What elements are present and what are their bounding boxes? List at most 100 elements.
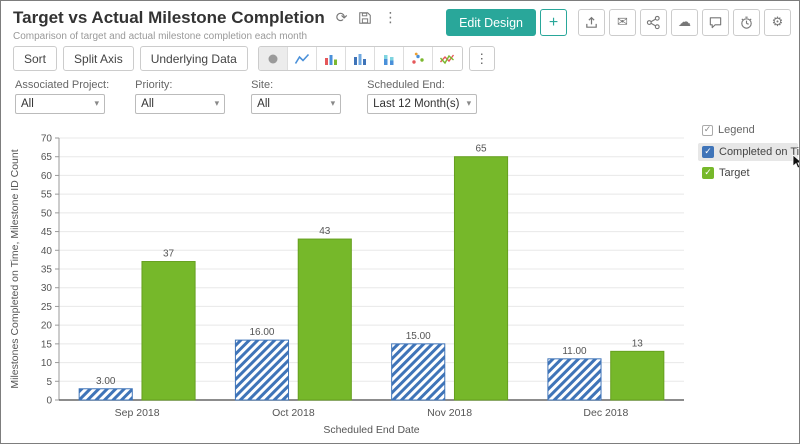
- sort-button[interactable]: Sort: [13, 46, 58, 71]
- export-button[interactable]: [578, 9, 605, 36]
- filter-label: Scheduled End:: [367, 79, 445, 91]
- completed-on-time-checkbox[interactable]: ✓: [702, 146, 714, 158]
- scheduled-end-select[interactable]: Last 12 Month(s) ▾: [367, 94, 478, 114]
- bar-target[interactable]: [297, 238, 352, 401]
- caret-down-icon: ▾: [330, 99, 336, 109]
- refresh-icon[interactable]: ⟳: [336, 11, 348, 25]
- legend-panel: ✓ Legend ✓ Completed on Time ✓ Target: [698, 124, 800, 185]
- legend-item-target[interactable]: ✓ Target: [698, 164, 798, 182]
- save-icon[interactable]: [358, 11, 372, 25]
- select-value: All: [141, 98, 154, 110]
- bubble-chart-icon[interactable]: [258, 47, 288, 70]
- settings-button[interactable]: ⚙: [764, 9, 791, 36]
- y-tick-label: 15: [41, 339, 53, 350]
- value-label: 37: [163, 249, 175, 260]
- value-label: 13: [632, 338, 644, 349]
- y-tick-label: 45: [41, 227, 53, 238]
- caret-down-icon: ▾: [214, 99, 220, 109]
- y-tick-label: 5: [46, 377, 52, 388]
- header-actions: Edit Design + ✉ ☁ ⚙: [446, 9, 791, 36]
- x-category-label: Oct 2018: [272, 407, 315, 419]
- value-label: 16.00: [249, 327, 274, 338]
- select-value: All: [21, 98, 34, 110]
- y-tick-label: 55: [41, 190, 53, 201]
- associated-project-select[interactable]: All ▾: [15, 94, 105, 114]
- y-tick-label: 40: [41, 246, 53, 257]
- check-icon: ✓: [704, 167, 712, 178]
- bar-completed-on-time[interactable]: [391, 343, 446, 401]
- y-tick-label: 0: [46, 396, 52, 407]
- y-tick-label: 70: [41, 134, 53, 145]
- legend-item-completed-on-time[interactable]: ✓ Completed on Time: [698, 143, 800, 169]
- bar-completed-on-time[interactable]: [547, 358, 602, 401]
- cloud-upload-button[interactable]: ☁: [671, 9, 698, 36]
- chart-type-group: [257, 46, 463, 71]
- filter-label: Associated Project:: [15, 79, 110, 91]
- legend-checkbox[interactable]: ✓: [702, 124, 713, 136]
- check-icon: ✓: [703, 124, 712, 135]
- comment-icon: [709, 17, 722, 29]
- column-chart-icon[interactable]: [316, 47, 346, 70]
- x-category-label: Sep 2018: [115, 407, 160, 419]
- bar-target[interactable]: [453, 156, 509, 401]
- more-options-icon[interactable]: ⋮: [383, 11, 397, 25]
- filter-scheduled-end: Scheduled End: Last 12 Month(s) ▾: [367, 79, 478, 114]
- toolbar: Sort Split Axis Underlying Data ⋮: [1, 43, 799, 71]
- priority-select[interactable]: All ▾: [135, 94, 226, 114]
- x-category-label: Nov 2018: [427, 407, 472, 419]
- y-tick-label: 30: [41, 283, 53, 294]
- stacked-chart-icon[interactable]: [374, 47, 404, 70]
- legend-item-label: Completed on Time: [719, 146, 800, 158]
- legend-title: Legend: [718, 124, 755, 136]
- share-button[interactable]: [640, 9, 667, 36]
- chart-region: 0 5 10 15 20 25 30 35 40 45 50 55 60 65 70 Sep 2018 3.00…: [1, 118, 800, 443]
- x-axis-title: Scheduled End Date: [323, 424, 419, 436]
- select-value: All: [257, 98, 270, 110]
- combo-chart-icon[interactable]: [432, 47, 462, 70]
- bar-chart-icon[interactable]: [345, 47, 375, 70]
- page-subtitle: Comparison of target and actual mileston…: [13, 31, 308, 42]
- y-tick-label: 10: [41, 358, 53, 369]
- filter-associated-project: Associated Project: All ▾: [15, 79, 109, 114]
- bar-completed-on-time[interactable]: [78, 388, 133, 401]
- line-chart-icon[interactable]: [287, 47, 317, 70]
- bar-target[interactable]: [610, 350, 665, 401]
- legend-item-label: Target: [719, 167, 750, 179]
- email-button[interactable]: ✉: [609, 9, 636, 36]
- y-tick-label: 25: [41, 302, 53, 313]
- underlying-data-button[interactable]: Underlying Data: [139, 46, 248, 71]
- filter-priority: Priority: All ▾: [135, 79, 226, 114]
- comment-button[interactable]: [702, 9, 729, 36]
- site-select[interactable]: All ▾: [251, 94, 342, 114]
- select-value: Last 12 Month(s): [373, 98, 460, 110]
- filter-label: Priority:: [135, 79, 173, 91]
- title-block: Target vs Actual Milestone Completion ⟳ …: [13, 8, 397, 42]
- more-chart-types-button[interactable]: ⋮: [468, 46, 495, 71]
- milestone-bar-chart[interactable]: 0 5 10 15 20 25 30 35 40 45 50 55 60 65 70 Sep 2018 3.00…: [7, 120, 692, 440]
- alert-button[interactable]: [733, 9, 760, 36]
- caret-down-icon: ▾: [94, 99, 99, 109]
- header: Target vs Actual Milestone Completion ⟳ …: [1, 1, 799, 43]
- value-label: 11.00: [562, 346, 587, 357]
- analytics-window: Target vs Actual Milestone Completion ⟳ …: [0, 0, 800, 444]
- y-tick-label: 20: [41, 321, 53, 332]
- share-icon: [646, 15, 660, 30]
- x-category-label: Dec 2018: [583, 407, 628, 419]
- legend-header[interactable]: ✓ Legend: [698, 124, 798, 136]
- scatter-chart-icon[interactable]: [403, 47, 433, 70]
- page-title: Target vs Actual Milestone Completion: [13, 8, 325, 27]
- bar-target[interactable]: [141, 261, 196, 401]
- bar-completed-on-time[interactable]: [234, 339, 290, 401]
- value-label: 65: [475, 144, 487, 155]
- y-tick-label: 60: [41, 171, 53, 182]
- edit-design-button[interactable]: Edit Design: [446, 9, 536, 36]
- export-icon: [586, 16, 597, 28]
- filter-label: Site:: [251, 79, 274, 91]
- split-axis-button[interactable]: Split Axis: [63, 46, 134, 71]
- target-checkbox[interactable]: ✓: [702, 167, 714, 179]
- value-label: 43: [319, 226, 331, 237]
- y-tick-label: 35: [41, 265, 53, 276]
- add-button[interactable]: +: [540, 9, 567, 36]
- alarm-icon: [741, 16, 752, 29]
- value-label: 15.00: [406, 331, 431, 342]
